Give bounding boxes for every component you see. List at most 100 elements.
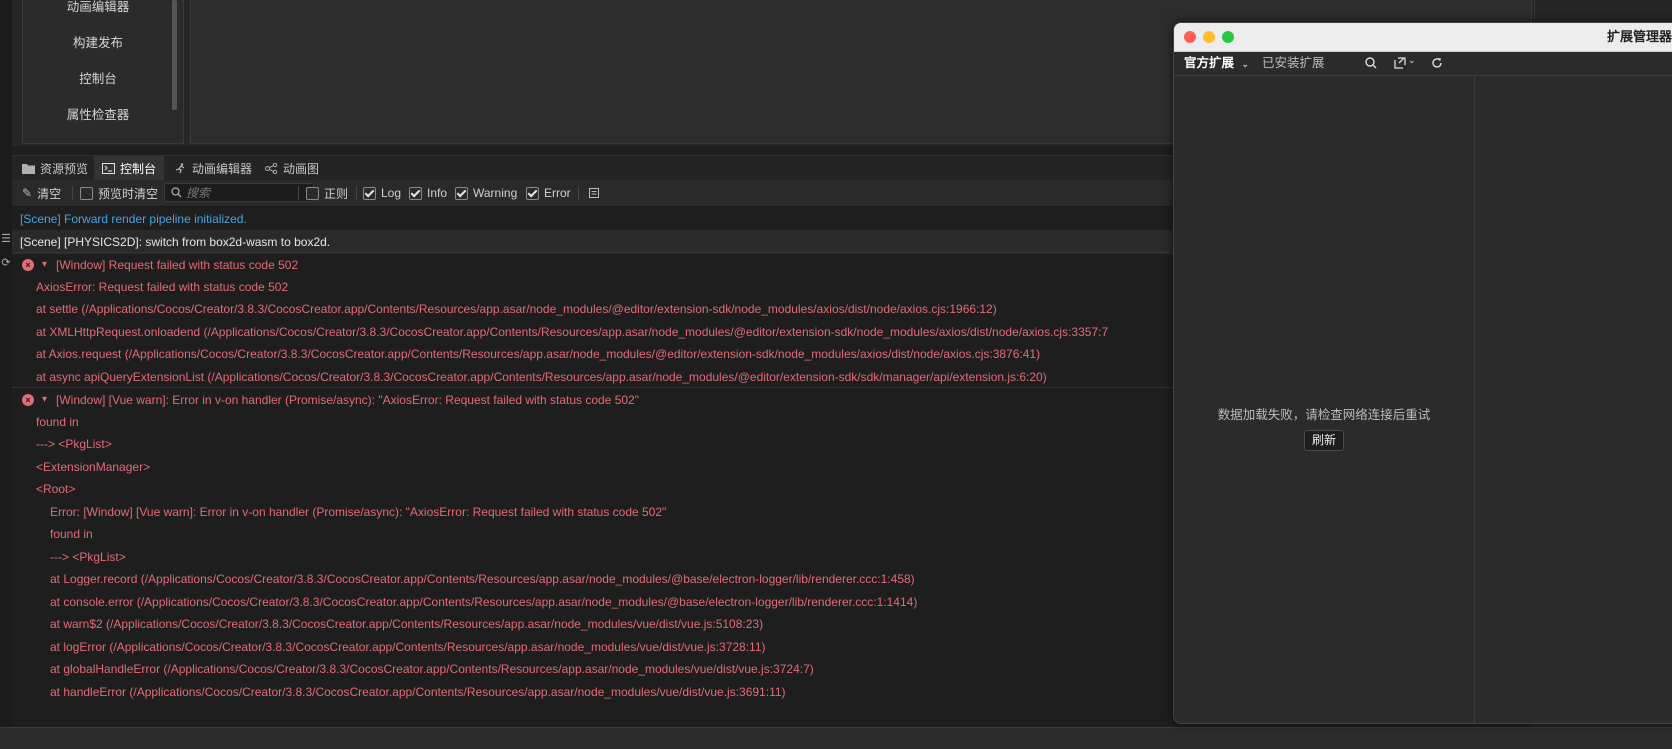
import-icon[interactable]: [1394, 57, 1406, 69]
chevron-down-icon[interactable]: ▾: [42, 253, 47, 277]
console-output[interactable]: [Scene] Forward render pipeline initiali…: [12, 207, 1172, 727]
regex-label: 正则: [324, 186, 349, 201]
error-detail-line: at handleError (/Applications/Cocos/Crea…: [12, 680, 1172, 704]
extension-toolbar: 官方扩展 ⌄ 已安装扩展 ⌄: [1174, 52, 1474, 74]
tab-asset-preview[interactable]: 资源预览: [14, 156, 96, 180]
error-detail-line: at warn$2 (/Applications/Cocos/Creator/3…: [12, 612, 1172, 636]
checkbox-box[interactable]: [306, 186, 319, 200]
log-label: Log: [381, 186, 402, 200]
error-label: Error: [544, 186, 571, 200]
tab-animation-graph[interactable]: 动画图: [257, 156, 327, 180]
divider: [356, 186, 357, 200]
menu-item-animation-editor[interactable]: 动画编辑器: [23, 0, 173, 15]
log-text: <Root>: [36, 482, 76, 496]
zoom-window-button[interactable]: [1222, 31, 1234, 43]
running-figure-icon: [175, 162, 185, 173]
error-detail-line: AxiosError: Request failed with status c…: [12, 275, 1172, 299]
log-entry: [Scene] Forward render pipeline initiali…: [12, 207, 1172, 231]
log-text: [Window] Request failed with status code…: [56, 258, 299, 272]
window-titlebar[interactable]: 扩展管理器: [1174, 23, 1672, 52]
log-text: [Scene] Forward render pipeline initiali…: [20, 212, 247, 226]
terminal-icon: [102, 162, 115, 174]
tab-label: 动画图: [283, 161, 320, 176]
search-icon[interactable]: [1365, 57, 1377, 69]
tab-official-label: 官方扩展: [1184, 56, 1235, 70]
log-text: at Logger.record (/Applications/Cocos/Cr…: [50, 572, 915, 586]
tab-official-extensions[interactable]: 官方扩展 ⌄: [1184, 52, 1249, 75]
refresh-button[interactable]: 刷新: [1304, 430, 1344, 451]
chevron-down-icon: ⌄: [1241, 59, 1250, 69]
log-text: [Window] [Vue warn]: Error in v-on handl…: [56, 393, 639, 407]
log-text: [Scene] [PHYSICS2D]: switch from box2d-w…: [20, 234, 331, 249]
clear-button[interactable]: ✎ 清空: [22, 180, 61, 206]
status-bar: [0, 727, 1672, 749]
open-log-file-button[interactable]: [588, 180, 600, 206]
error-detail-line: Error: [Window] [Vue warn]: Error in v-o…: [12, 500, 1172, 524]
log-text: found in: [36, 414, 79, 429]
divider: [72, 186, 73, 200]
tab-label: 控制台: [120, 161, 157, 176]
tab-label: 动画编辑器: [192, 161, 253, 176]
preview-clear-checkbox[interactable]: 预览时清空: [80, 180, 158, 206]
log-text: at globalHandleError (/Applications/Coco…: [50, 662, 814, 676]
checkbox-checked[interactable]: [409, 186, 422, 200]
error-log-entry[interactable]: × ▾ [Window] [Vue warn]: Error in v-on han…: [12, 387, 1172, 412]
log-text: at warn$2 (/Applications/Cocos/Creator/3…: [50, 617, 764, 631]
error-detail-line: found in: [12, 522, 1172, 546]
search-input[interactable]: [186, 185, 306, 200]
log-text: at console.error (/Applications/Cocos/Cr…: [50, 594, 918, 609]
error-detail-line: at logError (/Applications/Cocos/Creator…: [12, 635, 1172, 659]
divider: [298, 186, 299, 200]
error-icon: ×: [22, 259, 34, 271]
log-text: found in: [50, 527, 93, 541]
error-detail-line: at console.error (/Applications/Cocos/Cr…: [12, 590, 1172, 614]
list-icon[interactable]: ☰: [0, 232, 12, 250]
error-detail-line: <Root>: [12, 477, 1172, 501]
chevron-down-icon[interactable]: ⌄: [1408, 55, 1416, 66]
menu-item-console[interactable]: 控制台: [23, 68, 173, 87]
log-filter-checkbox[interactable]: Log: [363, 180, 401, 206]
refresh-icon[interactable]: [1431, 57, 1443, 69]
refresh-side-icon[interactable]: ⟳: [0, 256, 12, 274]
log-text: at handleError (/Applications/Cocos/Crea…: [50, 684, 786, 699]
window-title: 扩展管理器: [1606, 29, 1672, 44]
error-detail-line: at Logger.record (/Applications/Cocos/Cr…: [12, 567, 1172, 591]
error-detail-line: found in: [12, 410, 1172, 434]
log-text: at XMLHttpRequest.onloadend (/Applicatio…: [36, 324, 1109, 339]
error-log-entry[interactable]: × ▾ [Window] Request failed with status co…: [12, 252, 1172, 277]
divider: [578, 186, 579, 200]
menu-item-build-publish[interactable]: 构建发布: [23, 32, 173, 51]
checkbox-checked[interactable]: [455, 186, 468, 200]
info-filter-checkbox[interactable]: Info: [409, 180, 447, 206]
log-text: Error: [Window] [Vue warn]: Error in v-o…: [50, 504, 667, 519]
folder-icon: [22, 163, 35, 174]
error-detail-line: <ExtensionManager>: [12, 455, 1172, 479]
chevron-down-icon[interactable]: ▾: [42, 388, 47, 412]
close-window-button[interactable]: [1184, 31, 1196, 43]
log-text: ---> <PkgList>: [50, 549, 126, 564]
error-detail-line: at settle (/Applications/Cocos/Creator/3…: [12, 297, 1172, 321]
menu-scrollbar[interactable]: [172, 0, 177, 110]
tab-animation-editor[interactable]: 动画编辑器: [166, 156, 260, 180]
checkbox-box[interactable]: [80, 186, 93, 200]
error-filter-checkbox[interactable]: Error: [526, 180, 571, 206]
search-icon: [171, 187, 182, 198]
regex-checkbox[interactable]: 正则: [306, 180, 348, 206]
tab-installed-extensions[interactable]: 已安装扩展: [1262, 52, 1325, 74]
log-text: at logError (/Applications/Cocos/Creator…: [50, 639, 766, 654]
error-detail-line: at Axios.request (/Applications/Cocos/Cr…: [12, 342, 1172, 366]
log-text: at async apiQueryExtensionList (/Applica…: [36, 369, 1047, 384]
error-detail-line: at async apiQueryExtensionList (/Applica…: [12, 365, 1172, 389]
menu-item-inspector[interactable]: 属性检查器: [23, 104, 173, 123]
tab-console[interactable]: 控制台: [94, 156, 165, 180]
panel-menu: 动画编辑器 构建发布 控制台 属性检查器: [22, 0, 184, 144]
tab-label: 资源预览: [40, 161, 89, 176]
warning-filter-checkbox[interactable]: Warning: [455, 180, 517, 206]
checkbox-checked[interactable]: [363, 186, 376, 200]
checkbox-checked[interactable]: [526, 186, 539, 200]
log-text: ---> <PkgList>: [36, 437, 112, 451]
tab-bar: 资源预览 控制台 动画编辑器 动画图: [12, 155, 1172, 180]
extension-manager-window: 扩展管理器 官方扩展 ⌄ 已安装扩展 ⌄ 数据加载失败，请检查网络连接后重试 刷…: [1173, 22, 1672, 724]
minimize-window-button[interactable]: [1203, 31, 1215, 43]
search-box[interactable]: [164, 183, 314, 202]
